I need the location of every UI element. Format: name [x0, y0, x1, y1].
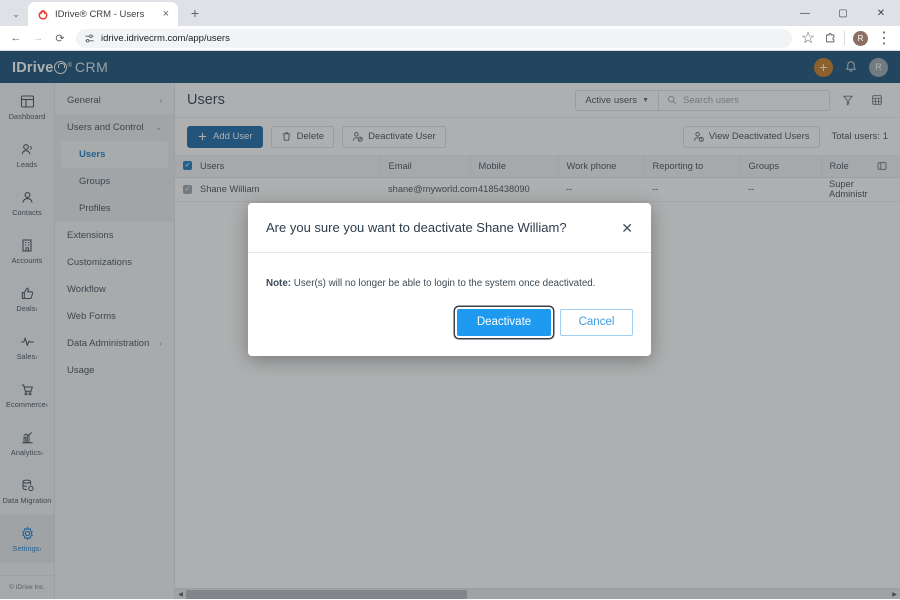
tab-search-icon[interactable]: ⌄ [4, 2, 28, 26]
deactivate-confirmation-dialog: Are you sure you want to deactivate Shan… [248, 203, 651, 356]
crm-application: IDrive ® CRM + R Dashboard Leads Contact… [0, 51, 900, 599]
close-icon[interactable]: ✕ [621, 221, 633, 235]
dialog-note: Note: User(s) will no longer be able to … [266, 277, 633, 291]
browser-tab-strip: ⌄ IDrive® CRM - Users × + — ▢ ✕ [0, 0, 900, 26]
maximize-icon[interactable]: ▢ [824, 0, 862, 26]
minimize-icon[interactable]: — [786, 0, 824, 26]
bookmark-star-icon[interactable]: ☆ [798, 28, 818, 48]
screenshot-root: ⌄ IDrive® CRM - Users × + — ▢ ✕ ← → ⟳ id… [0, 0, 900, 600]
site-settings-icon[interactable] [84, 33, 95, 44]
browser-profile-avatar[interactable]: R [853, 30, 868, 46]
dialog-footer: Deactivate Cancel [248, 299, 651, 356]
dialog-note-text: User(s) will no longer be able to login … [291, 278, 596, 289]
window-close-icon[interactable]: ✕ [862, 0, 900, 26]
back-icon[interactable]: ← [6, 28, 26, 48]
dialog-title: Are you sure you want to deactivate Shan… [266, 220, 567, 235]
browser-toolbar: ← → ⟳ idrive.idrivecrm.com/app/users ☆ R… [0, 26, 900, 51]
extensions-icon[interactable] [820, 28, 840, 48]
dialog-header: Are you sure you want to deactivate Shan… [248, 203, 651, 253]
new-tab-button[interactable]: + [183, 1, 207, 25]
address-bar-url: idrive.idrivecrm.com/app/users [101, 32, 230, 44]
toolbar-divider [844, 31, 845, 45]
forward-icon[interactable]: → [28, 28, 48, 48]
idrive-lock-favicon [37, 8, 49, 20]
reload-icon[interactable]: ⟳ [50, 28, 70, 48]
close-icon[interactable]: × [161, 8, 171, 20]
cancel-button[interactable]: Cancel [560, 308, 633, 336]
browser-menu-icon[interactable]: ⋮ [874, 28, 894, 48]
confirm-deactivate-button[interactable]: Deactivate [457, 308, 551, 336]
browser-tab[interactable]: IDrive® CRM - Users × [28, 2, 178, 26]
dialog-note-label: Note: [266, 278, 292, 289]
window-controls: — ▢ ✕ [786, 0, 900, 26]
dialog-body: Note: User(s) will no longer be able to … [248, 253, 651, 299]
browser-tab-title: IDrive® CRM - Users [55, 8, 145, 20]
address-bar[interactable]: idrive.idrivecrm.com/app/users [76, 28, 792, 48]
